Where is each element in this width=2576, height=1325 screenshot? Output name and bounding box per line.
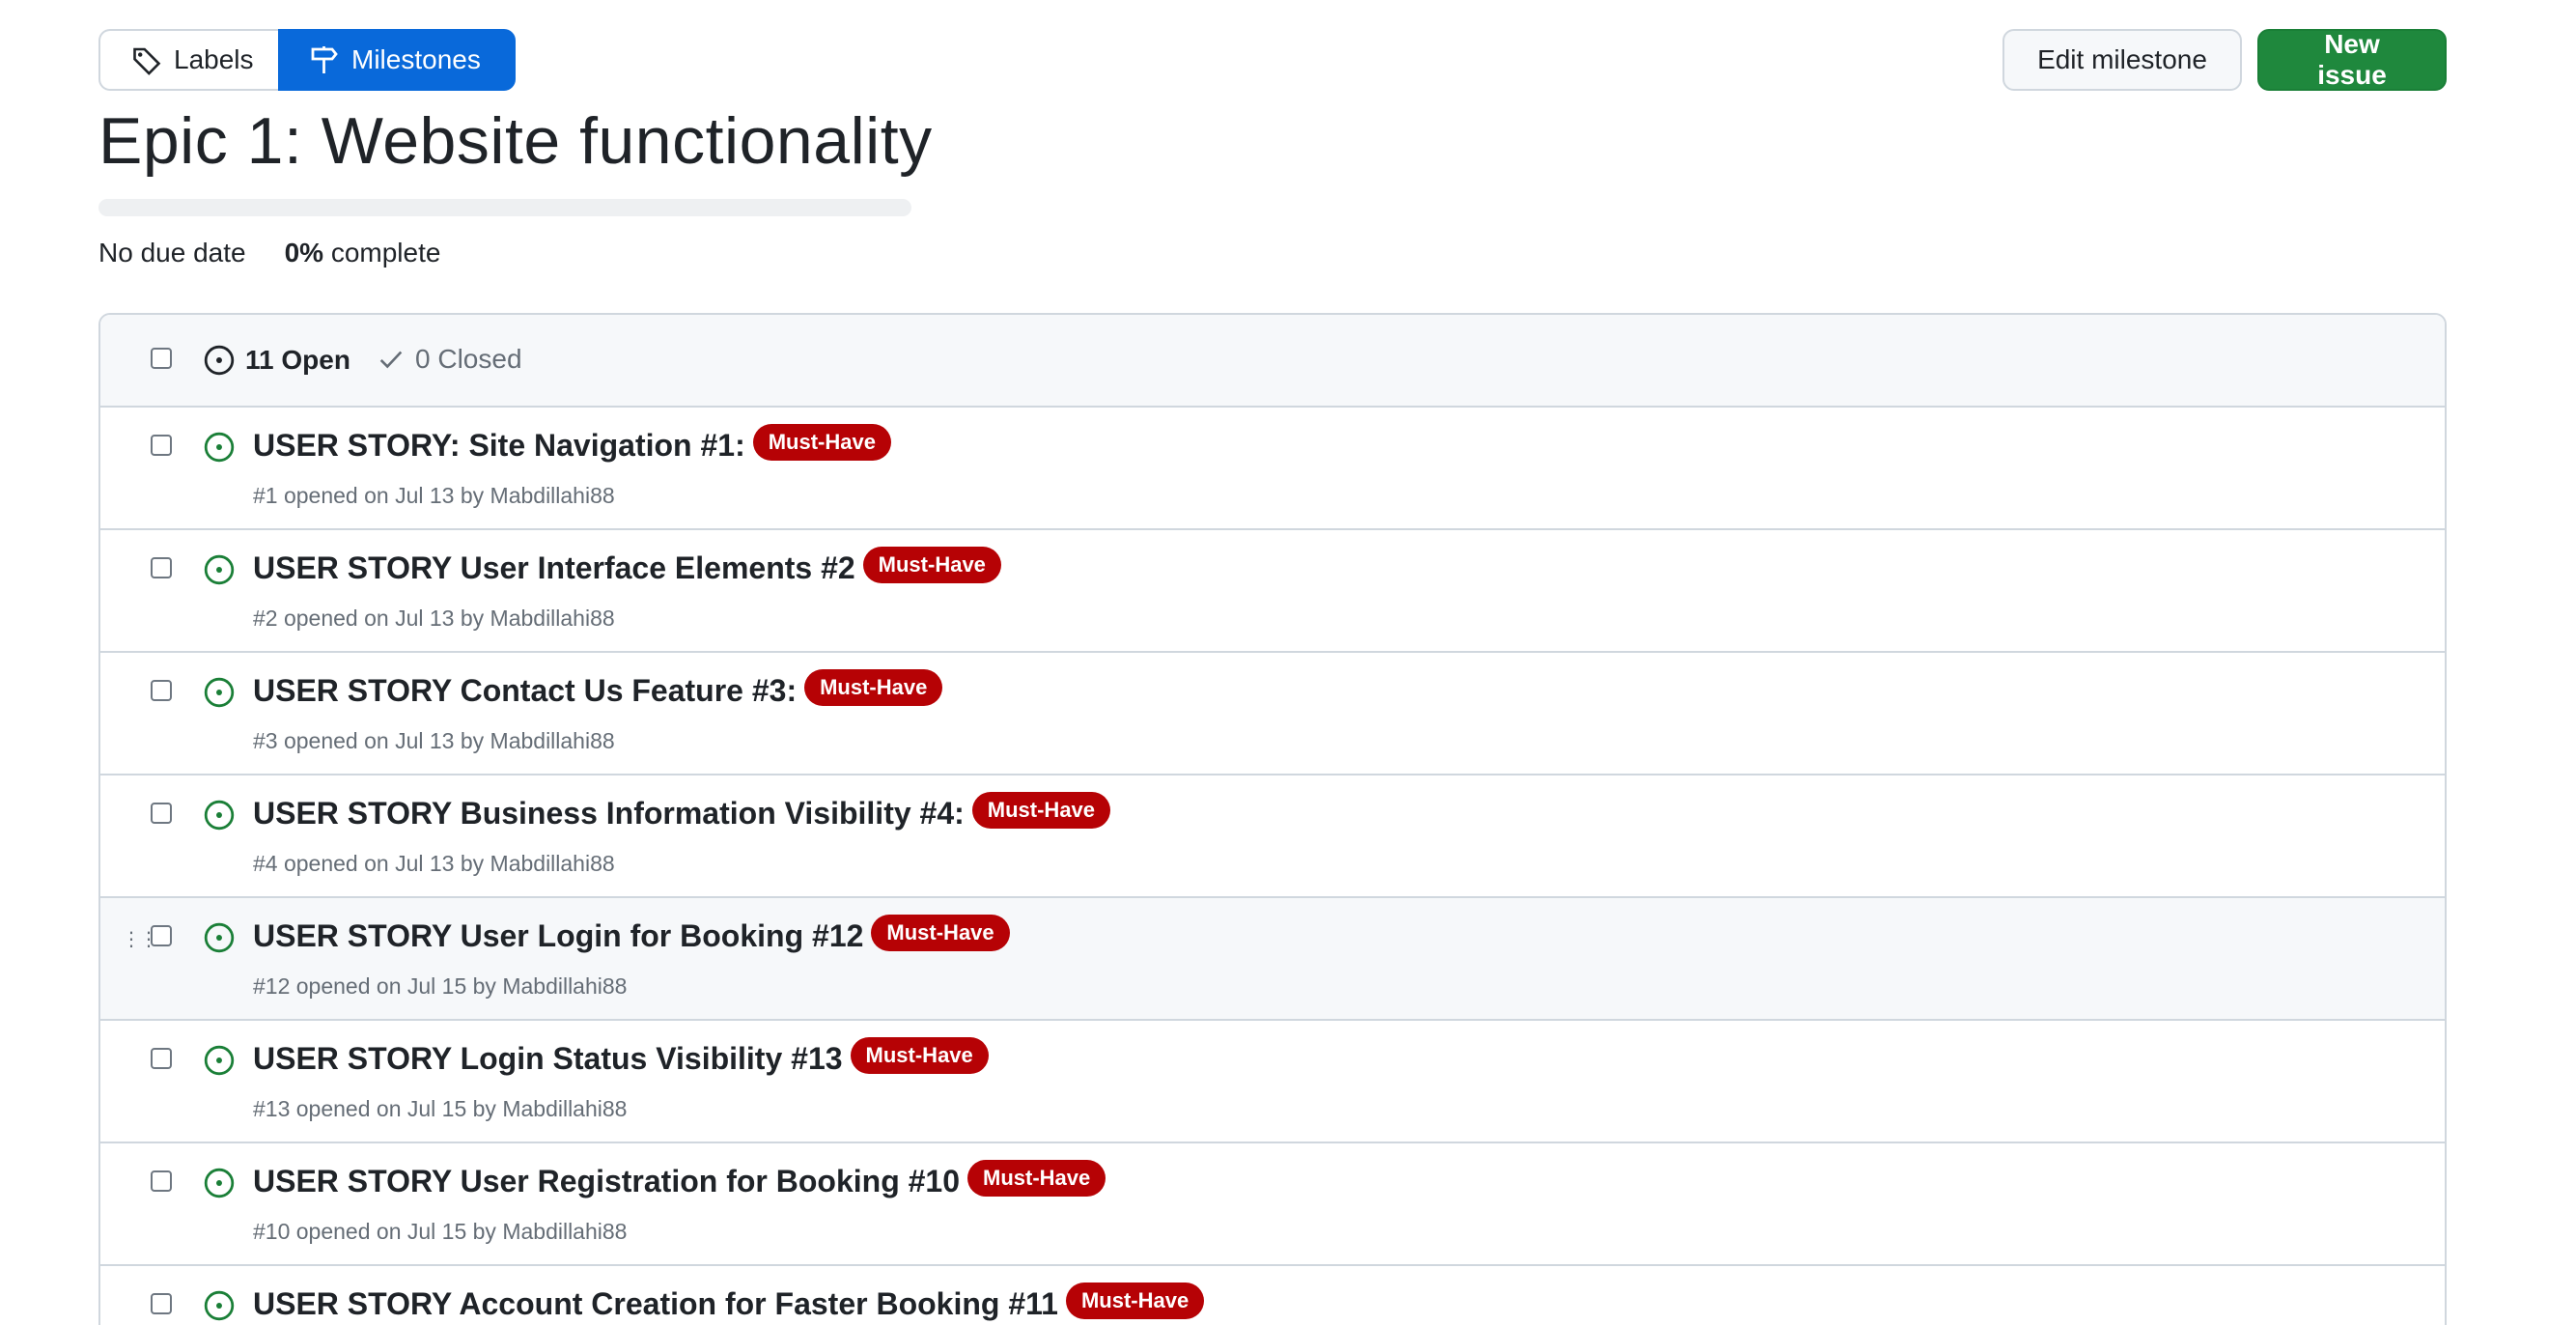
closed-issues-filter[interactable]: 0 Closed	[377, 344, 522, 375]
issue-title-link[interactable]: USER STORY: Site Navigation #1:	[253, 428, 745, 464]
edit-milestone-button[interactable]: Edit milestone	[2002, 29, 2242, 91]
issue-opened-icon	[204, 1168, 235, 1198]
issue-opened-icon	[204, 345, 235, 376]
issue-title-link[interactable]: USER STORY User Interface Elements #2	[253, 550, 855, 586]
labels-milestones-nav: Labels Milestones	[98, 29, 516, 91]
label-badge[interactable]: Must-Have	[752, 424, 891, 461]
issue-meta: #10 opened on Jul 15 by Mabdillahi88	[253, 1219, 628, 1244]
milestone-meta: No due date 0% complete	[98, 238, 440, 268]
labels-tab[interactable]: Labels	[98, 29, 278, 91]
issues-list-header: 11 Open 0 Closed	[100, 315, 2445, 408]
milestone-page: Labels Milestones Edit milestone New iss…	[0, 0, 2576, 1325]
issue-title-link[interactable]: USER STORY Contact Us Feature #3:	[253, 673, 797, 709]
label-badge[interactable]: Must-Have	[971, 792, 1111, 829]
milestone-icon	[311, 46, 338, 73]
issue-rows: USER STORY: Site Navigation #1: Must-Have…	[100, 408, 2445, 1325]
issue-row[interactable]: USER STORY Account Creation for Faster B…	[100, 1266, 2445, 1325]
labels-tab-label: Labels	[174, 44, 254, 74]
issue-title-line: USER STORY Business Information Visibili…	[253, 792, 1111, 832]
issue-checkbox[interactable]	[151, 1293, 172, 1314]
issue-meta: #2 opened on Jul 13 by Mabdillahi88	[253, 606, 615, 631]
issue-title-link[interactable]: USER STORY Login Status Visibility #13	[253, 1041, 843, 1077]
label-badge[interactable]: Must-Have	[1065, 1283, 1205, 1319]
issue-title-line: USER STORY User Interface Elements #2 Mus…	[253, 547, 1001, 586]
label-badge[interactable]: Must-Have	[862, 547, 1001, 583]
issue-title-line: USER STORY Account Creation for Faster B…	[253, 1283, 1205, 1322]
issue-opened-icon	[204, 554, 235, 585]
issue-checkbox[interactable]	[151, 925, 172, 946]
issue-row[interactable]: USER STORY User Interface Elements #2 Mus…	[100, 530, 2445, 653]
issue-title-line: USER STORY User Registration for Booking…	[253, 1160, 1106, 1199]
issue-opened-icon	[204, 922, 235, 953]
issue-row[interactable]: USER STORY Login Status Visibility #13 Mu…	[100, 1021, 2445, 1143]
issue-meta: #1 opened on Jul 13 by Mabdillahi88	[253, 483, 615, 508]
completion-suffix: complete	[323, 238, 441, 268]
issue-title-link[interactable]: USER STORY User Registration for Booking…	[253, 1164, 960, 1199]
issue-title-link[interactable]: USER STORY User Login for Booking #12	[253, 918, 863, 954]
issue-row[interactable]: USER STORY Contact Us Feature #3: Must-Ha…	[100, 653, 2445, 775]
issue-title-line: USER STORY Login Status Visibility #13 Mu…	[253, 1037, 989, 1077]
issue-checkbox[interactable]	[151, 435, 172, 456]
label-badge[interactable]: Must-Have	[804, 669, 943, 706]
tag-icon	[133, 47, 161, 75]
check-icon	[379, 351, 403, 369]
issues-list: 11 Open 0 Closed USER STORY: Site Naviga…	[98, 313, 2447, 1325]
issue-opened-icon	[204, 432, 235, 463]
issue-checkbox[interactable]	[151, 680, 172, 701]
milestone-actions: Edit milestone New issue	[2002, 29, 2447, 91]
issue-row[interactable]: USER STORY User Registration for Booking…	[100, 1143, 2445, 1266]
closed-count: 0 Closed	[415, 344, 522, 374]
due-date: No due date	[98, 238, 246, 268]
issue-title-line: USER STORY: Site Navigation #1: Must-Have	[253, 424, 891, 464]
milestones-tab[interactable]: Milestones	[278, 29, 516, 91]
open-count: 11 Open	[245, 345, 350, 375]
issue-title-line: USER STORY Contact Us Feature #3: Must-Ha…	[253, 669, 943, 709]
issue-meta: #3 opened on Jul 13 by Mabdillahi88	[253, 728, 615, 753]
issue-meta: #4 opened on Jul 13 by Mabdillahi88	[253, 851, 615, 876]
open-issues-filter[interactable]: 11 Open	[203, 344, 350, 377]
issue-row[interactable]: ⋮⋮ USER STORY User Login for Booking #12 M…	[100, 898, 2445, 1021]
issue-row[interactable]: USER STORY: Site Navigation #1: Must-Have…	[100, 408, 2445, 530]
milestone-progress-bar	[98, 199, 911, 216]
label-badge[interactable]: Must-Have	[871, 915, 1010, 951]
select-all-checkbox[interactable]	[151, 348, 172, 369]
new-issue-button[interactable]: New issue	[2257, 29, 2447, 91]
issue-row[interactable]: USER STORY Business Information Visibili…	[100, 775, 2445, 898]
issue-opened-icon	[204, 677, 235, 708]
issue-checkbox[interactable]	[151, 557, 172, 578]
completion-percent: 0%	[284, 238, 324, 268]
issue-title-line: USER STORY User Login for Booking #12 Mus…	[253, 915, 1010, 954]
completion: 0% complete	[285, 238, 441, 268]
issue-checkbox[interactable]	[151, 1048, 172, 1069]
issue-meta: #12 opened on Jul 15 by Mabdillahi88	[253, 973, 628, 999]
issue-title-link[interactable]: USER STORY Business Information Visibili…	[253, 796, 965, 832]
issue-opened-icon	[204, 1290, 235, 1321]
milestones-tab-label: Milestones	[351, 44, 481, 74]
label-badge[interactable]: Must-Have	[967, 1160, 1106, 1197]
label-badge[interactable]: Must-Have	[850, 1037, 989, 1074]
issue-title-link[interactable]: USER STORY Account Creation for Faster B…	[253, 1286, 1058, 1322]
issue-opened-icon	[204, 1045, 235, 1076]
issue-meta: #13 opened on Jul 15 by Mabdillahi88	[253, 1096, 628, 1121]
issue-checkbox[interactable]	[151, 803, 172, 824]
issue-opened-icon	[204, 800, 235, 831]
milestone-title: Epic 1: Website functionality	[98, 104, 933, 178]
issue-checkbox[interactable]	[151, 1170, 172, 1192]
